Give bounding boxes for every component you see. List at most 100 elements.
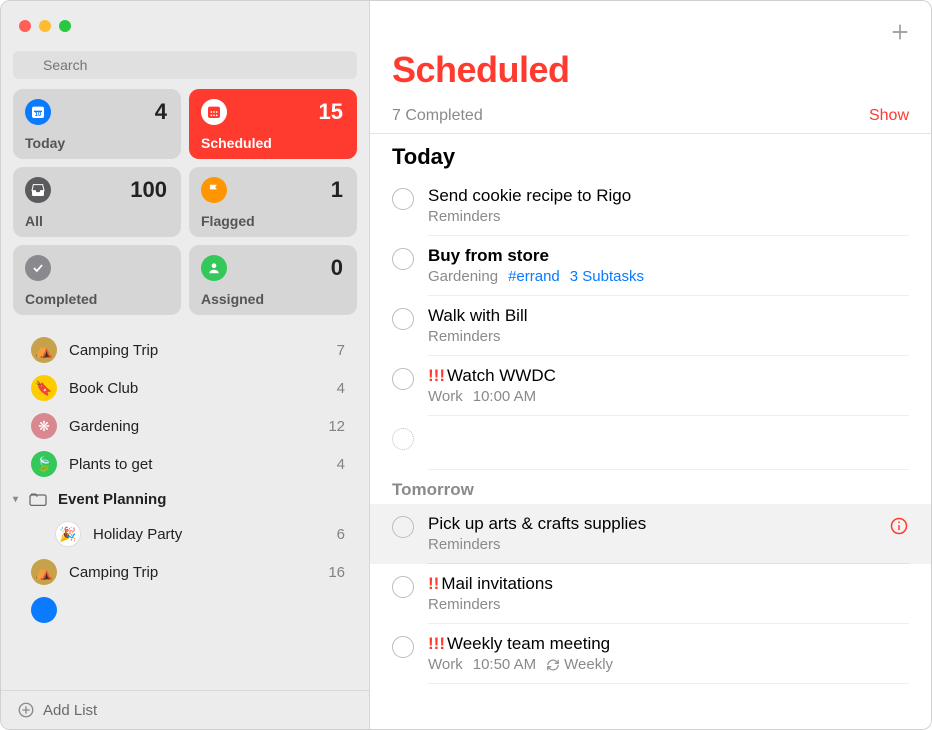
- list-item-partial[interactable]: [1, 591, 369, 629]
- completed-summary-label: 7 Completed: [392, 107, 483, 125]
- search-input[interactable]: [13, 51, 357, 79]
- task-time: 10:00 AM: [473, 388, 536, 405]
- smart-list-assigned-label: Assigned: [201, 291, 345, 307]
- smart-list-assigned[interactable]: 0 Assigned: [189, 245, 357, 315]
- list-item-count: 7: [337, 342, 345, 359]
- smart-list-scheduled-label: Scheduled: [201, 135, 345, 151]
- task-row-empty[interactable]: [370, 416, 931, 470]
- task-title: !!!Watch WWDC: [428, 366, 909, 386]
- fullscreen-window-button[interactable]: [59, 20, 71, 32]
- priority-indicator: !!!: [428, 366, 445, 385]
- task-row[interactable]: !!!Watch WWDC Work 10:00 AM: [370, 356, 931, 416]
- list-item-camping-trip-2[interactable]: ⛺ Camping Trip 16: [1, 553, 369, 591]
- party-icon: 🎉: [55, 521, 81, 547]
- task-list-name: Gardening: [428, 268, 498, 285]
- smart-list-flagged[interactable]: 1 Flagged: [189, 167, 357, 237]
- info-icon[interactable]: [889, 516, 909, 536]
- page-title: Scheduled: [392, 49, 909, 91]
- task-checkbox[interactable]: [392, 188, 414, 210]
- section-header-tomorrow: Tomorrow: [370, 470, 931, 504]
- task-row[interactable]: Buy from store Gardening #errand 3 Subta…: [370, 236, 931, 296]
- task-tag[interactable]: #errand: [508, 268, 560, 285]
- smart-list-all-label: All: [25, 213, 169, 229]
- calendar-today-icon: 10: [25, 99, 51, 125]
- person-icon: [201, 255, 227, 281]
- smart-list-today[interactable]: 10 4 Today: [13, 89, 181, 159]
- smart-lists-grid: 10 4 Today 15 Scheduled 100 All: [1, 89, 369, 325]
- smart-list-flagged-count: 1: [331, 177, 343, 203]
- list-item-label: Plants to get: [69, 456, 152, 473]
- list-group-label: Event Planning: [58, 491, 166, 508]
- list-item-gardening[interactable]: ❋ Gardening 12: [1, 407, 369, 445]
- sidebar: 10 4 Today 15 Scheduled 100 All: [1, 1, 370, 729]
- main-toolbar: [370, 1, 931, 43]
- close-window-button[interactable]: [19, 20, 31, 32]
- task-title: !!Mail invitations: [428, 574, 909, 594]
- smart-list-completed[interactable]: Completed: [13, 245, 181, 315]
- list-item-count: 6: [337, 526, 345, 543]
- list-item-plants-to-get[interactable]: 🍃 Plants to get 4: [1, 445, 369, 483]
- add-reminder-button[interactable]: [889, 21, 911, 43]
- smart-list-all[interactable]: 100 All: [13, 167, 181, 237]
- tent-icon: ⛺: [31, 559, 57, 585]
- list-item-label: Holiday Party: [93, 526, 182, 543]
- bookmark-icon: 🔖: [31, 375, 57, 401]
- list-item-count: 16: [328, 564, 345, 581]
- tray-icon: [25, 177, 51, 203]
- task-checkbox[interactable]: [392, 308, 414, 330]
- title-area: Scheduled: [370, 43, 931, 99]
- task-subtasks-link[interactable]: 3 Subtasks: [570, 268, 644, 285]
- list-item-book-club[interactable]: 🔖 Book Club 4: [1, 369, 369, 407]
- task-list-today: Send cookie recipe to Rigo Reminders Buy…: [370, 176, 931, 470]
- task-time: 10:50 AM: [473, 656, 536, 673]
- task-checkbox[interactable]: [392, 636, 414, 658]
- smart-list-today-count: 4: [155, 99, 167, 125]
- list-item-label: Camping Trip: [69, 342, 158, 359]
- list-item-count: 4: [337, 380, 345, 397]
- task-row[interactable]: !!!Weekly team meeting Work 10:50 AM Wee…: [370, 624, 931, 684]
- smart-list-all-count: 100: [130, 177, 167, 203]
- task-title: Buy from store: [428, 246, 909, 266]
- section-header-today: Today: [370, 134, 931, 176]
- list-item-camping-trip[interactable]: ⛺ Camping Trip 7: [1, 331, 369, 369]
- add-list-label: Add List: [43, 702, 97, 719]
- chevron-down-icon: ▾: [13, 494, 18, 505]
- task-list-name: Reminders: [428, 328, 501, 345]
- task-checkbox[interactable]: [392, 248, 414, 270]
- list-icon: [31, 597, 57, 623]
- task-checkbox[interactable]: [392, 576, 414, 598]
- list-group-event-planning[interactable]: ▾ Event Planning: [1, 483, 369, 515]
- add-list-button[interactable]: Add List: [1, 690, 369, 729]
- smart-list-flagged-label: Flagged: [201, 213, 345, 229]
- list-item-holiday-party[interactable]: 🎉 Holiday Party 6: [1, 515, 369, 553]
- task-row[interactable]: !!Mail invitations Reminders: [370, 564, 931, 624]
- task-row[interactable]: Pick up arts & crafts supplies Reminders: [370, 504, 931, 564]
- smart-list-today-label: Today: [25, 135, 169, 151]
- task-list-name: Reminders: [428, 536, 501, 553]
- task-checkbox[interactable]: [392, 516, 414, 538]
- smart-list-completed-label: Completed: [25, 291, 169, 307]
- completed-summary-row: 7 Completed Show: [370, 99, 931, 134]
- task-title: !!!Weekly team meeting: [428, 634, 909, 654]
- sidebar-lists: ⛺ Camping Trip 7 🔖 Book Club 4 ❋ Gardeni…: [1, 325, 369, 690]
- smart-list-assigned-count: 0: [331, 255, 343, 281]
- smart-list-scheduled[interactable]: 15 Scheduled: [189, 89, 357, 159]
- search-container: [1, 51, 369, 89]
- task-row[interactable]: Walk with Bill Reminders: [370, 296, 931, 356]
- task-title: Send cookie recipe to Rigo: [428, 186, 909, 206]
- priority-indicator: !!!: [428, 634, 445, 653]
- list-item-count: 4: [337, 456, 345, 473]
- task-checkbox-placeholder[interactable]: [392, 428, 414, 450]
- task-checkbox[interactable]: [392, 368, 414, 390]
- smart-list-scheduled-count: 15: [319, 99, 343, 125]
- list-item-count: 12: [328, 418, 345, 435]
- list-item-label: Gardening: [69, 418, 139, 435]
- minimize-window-button[interactable]: [39, 20, 51, 32]
- main-pane: Scheduled 7 Completed Show Today Send co…: [370, 1, 931, 729]
- task-row[interactable]: Send cookie recipe to Rigo Reminders: [370, 176, 931, 236]
- show-completed-button[interactable]: Show: [869, 107, 909, 125]
- repeat-indicator: Weekly: [546, 656, 613, 673]
- plus-circle-icon: [17, 701, 35, 719]
- calendar-icon: [201, 99, 227, 125]
- task-list-name: Reminders: [428, 208, 501, 225]
